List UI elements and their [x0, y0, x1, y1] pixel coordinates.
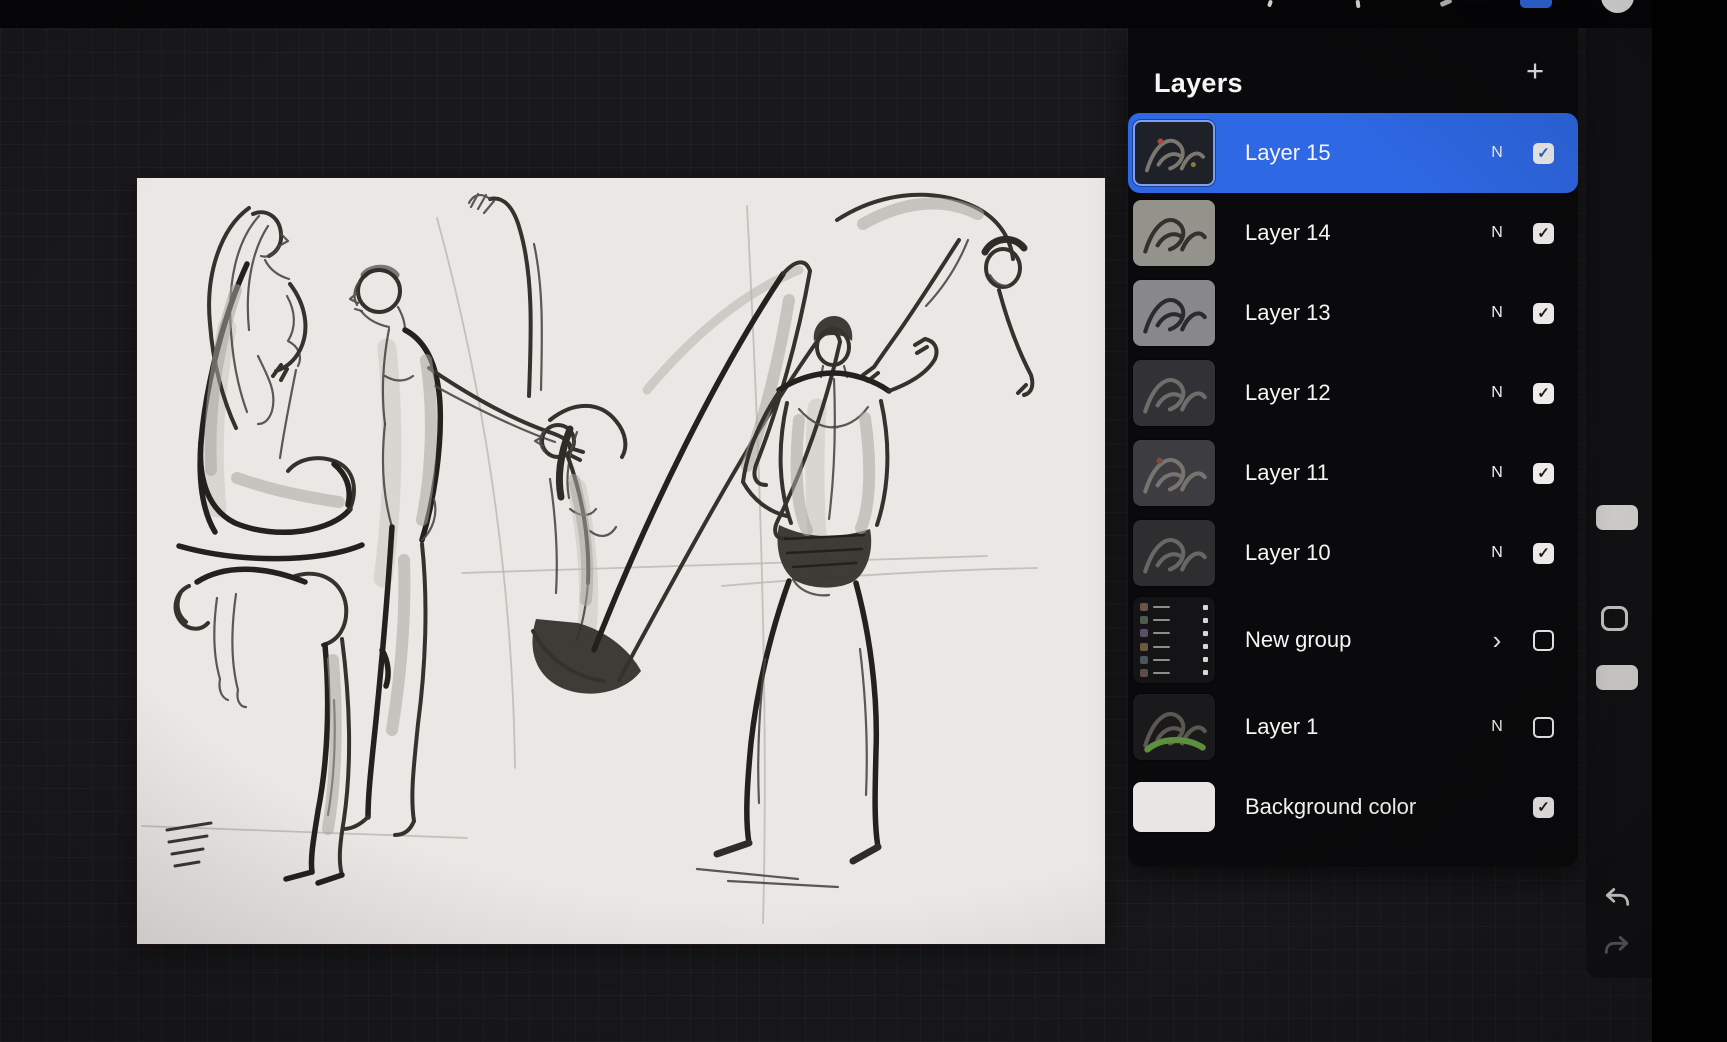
right-sidebar [1586, 28, 1652, 978]
layer-name: Layer 1 [1245, 714, 1319, 739]
layer-thumbnail[interactable] [1133, 782, 1215, 832]
visibility-checkbox[interactable] [1533, 302, 1554, 324]
layer-row[interactable]: Layer 10 N [1128, 513, 1578, 593]
layer-thumbnail[interactable] [1133, 520, 1215, 586]
group-chevron-icon[interactable]: › [1487, 627, 1507, 653]
layer-list: Layer 15 N Layer 14 N Layer 13 N Layer 1… [1128, 113, 1578, 847]
layer-name: Layer 15 [1245, 140, 1331, 165]
brush-opacity-slider-handle[interactable] [1596, 665, 1638, 690]
undo-icon[interactable] [1602, 883, 1632, 913]
blend-mode-button[interactable]: N [1487, 224, 1507, 242]
blend-mode-button[interactable]: N [1487, 304, 1507, 322]
visibility-checkbox[interactable] [1533, 796, 1554, 818]
background-color-row[interactable]: Background color [1128, 767, 1578, 847]
layer-row[interactable]: Layer 15 N [1128, 113, 1578, 193]
blend-mode-button[interactable]: N [1487, 144, 1507, 162]
visibility-checkbox[interactable] [1533, 382, 1554, 404]
layer-thumbnail[interactable] [1133, 120, 1215, 186]
add-layer-button[interactable]: + [1518, 54, 1552, 88]
layer-row[interactable]: Layer 12 N [1128, 353, 1578, 433]
layer-thumbnail[interactable] [1133, 280, 1215, 346]
layer-name: Layer 14 [1245, 220, 1331, 245]
group-row[interactable]: New group › [1128, 593, 1578, 687]
top-toolbar [0, 0, 1727, 28]
layer-name: New group [1245, 627, 1352, 652]
layer-name: Background color [1245, 794, 1417, 819]
blend-mode-button[interactable]: N [1487, 464, 1507, 482]
layer-name: Layer 12 [1245, 380, 1331, 405]
visibility-checkbox[interactable] [1533, 222, 1554, 244]
layer-name: Layer 13 [1245, 300, 1331, 325]
visibility-checkbox[interactable] [1533, 542, 1554, 564]
color-swatch-icon[interactable] [1601, 0, 1634, 13]
blend-mode-button[interactable]: N [1487, 544, 1507, 562]
photo-black-edge [1652, 0, 1727, 1042]
visibility-checkbox[interactable] [1533, 142, 1554, 164]
layer-name: Layer 11 [1245, 460, 1329, 485]
procreate-screen: Layers + Layer 15 N Layer 14 N Layer 13 … [0, 0, 1727, 1042]
layer-row[interactable]: Layer 11 N [1128, 433, 1578, 513]
layers-button-active-icon[interactable] [1520, 0, 1552, 8]
blend-mode-button[interactable]: N [1487, 384, 1507, 402]
modify-button[interactable] [1601, 606, 1628, 631]
selection-icon[interactable] [1355, 0, 1361, 9]
layers-panel-header: Layers + [1128, 28, 1578, 113]
layer-thumbnail[interactable] [1133, 200, 1215, 266]
gesture-figure-drawing [141, 192, 1038, 924]
layer-thumbnail[interactable] [1133, 440, 1215, 506]
brush-size-slider-handle[interactable] [1596, 505, 1638, 530]
drawing-canvas[interactable] [137, 178, 1105, 944]
panel-title: Layers [1154, 68, 1243, 98]
redo-icon[interactable] [1602, 931, 1632, 961]
transform-icon[interactable] [1439, 0, 1453, 8]
layers-panel: Layers + Layer 15 N Layer 14 N Layer 13 … [1128, 28, 1578, 867]
layer-row[interactable]: Layer 13 N [1128, 273, 1578, 353]
layer-thumbnail[interactable] [1133, 360, 1215, 426]
layer-row[interactable]: Layer 14 N [1128, 193, 1578, 273]
adjustments-icon[interactable] [1267, 0, 1273, 8]
layer-thumbnail[interactable] [1133, 597, 1215, 683]
layer-row[interactable]: Layer 1 N [1128, 687, 1578, 767]
visibility-checkbox[interactable] [1533, 716, 1554, 738]
layer-name: Layer 10 [1245, 540, 1331, 565]
visibility-checkbox[interactable] [1533, 629, 1554, 651]
blend-mode-button[interactable]: N [1487, 718, 1507, 736]
layer-thumbnail[interactable] [1133, 694, 1215, 760]
visibility-checkbox[interactable] [1533, 462, 1554, 484]
